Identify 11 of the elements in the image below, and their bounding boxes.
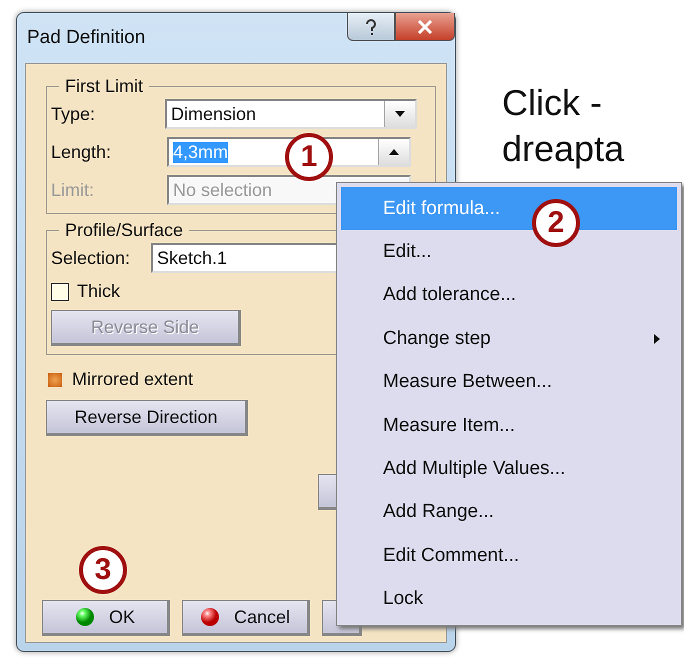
window-title: Pad Definition — [27, 27, 146, 49]
checkbox-label: Thick — [77, 281, 122, 302]
checkbox-label: Mirrored extent — [72, 369, 194, 390]
annotation-text: Click - — [502, 81, 603, 125]
annotation-text: dreapta — [502, 127, 624, 171]
field-label: Limit: — [51, 180, 96, 200]
field-label: Selection: — [51, 248, 132, 268]
field-label: Length: — [51, 142, 112, 162]
group-title: Profile/Surface — [64, 220, 184, 241]
field-label: Type: — [51, 104, 96, 124]
group-title: First Limit — [64, 76, 144, 97]
